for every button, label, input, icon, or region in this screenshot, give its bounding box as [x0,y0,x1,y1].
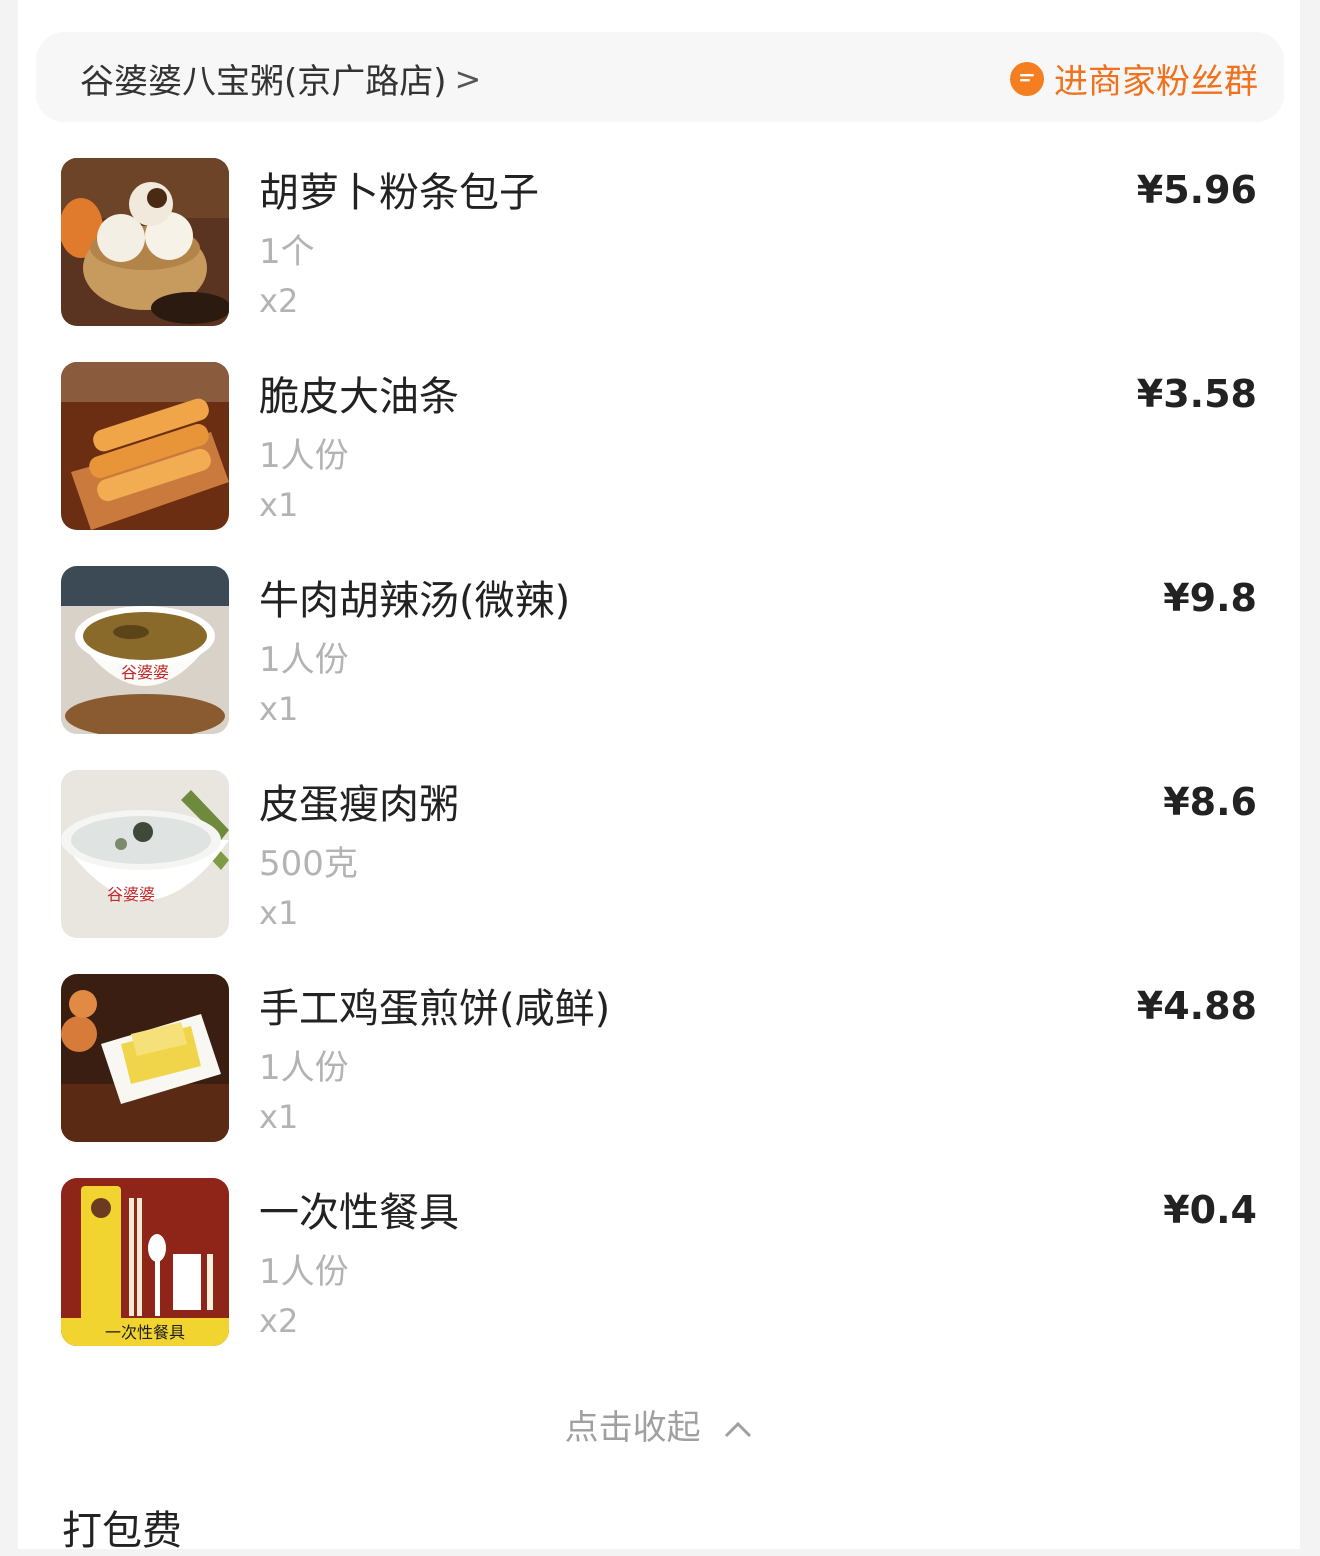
item-spec: 1人份 [259,1048,349,1088]
order-item[interactable]: 谷婆婆 牛肉胡辣汤(微辣) 1人份 x1 ¥9.8 [61,566,1261,734]
store-name-link[interactable]: 谷婆婆八宝粥(京广路店) > [80,54,481,103]
chat-bubble-icon [1010,61,1044,96]
order-item[interactable]: 谷婆婆 皮蛋瘦肉粥 500克 x1 ¥8.6 [61,770,1261,938]
item-name: 皮蛋瘦肉粥 [259,782,459,828]
item-quantity: x1 [259,1098,299,1136]
order-item[interactable]: 脆皮大油条 1人份 x1 ¥3.58 [61,362,1261,530]
item-quantity: x1 [259,486,299,524]
item-spec: 1人份 [259,1252,349,1292]
item-name: 牛肉胡辣汤(微辣) [259,578,571,624]
join-fans-group-label: 进商家粉丝群 [1054,62,1258,102]
item-price: ¥9.8 [1163,576,1257,620]
svg-text:谷婆婆: 谷婆婆 [121,663,169,682]
item-name: 手工鸡蛋煎饼(咸鲜) [259,986,611,1032]
chevron-up-icon [723,1408,753,1448]
item-spec: 1个 [259,232,315,272]
item-quantity: x1 [259,894,299,932]
packaging-fee-label: 打包费 [62,1508,182,1554]
cutlery-pack-photo: 一次性餐具 [61,1178,229,1346]
egg-pancake-photo [61,974,229,1142]
steamed-buns-photo [61,158,229,326]
order-item[interactable]: 一次性餐具 一次性餐具 1人份 x2 ¥0.4 [61,1178,1261,1346]
item-quantity: x2 [259,1302,299,1340]
congee-photo: 谷婆婆 [61,770,229,938]
order-item[interactable]: 胡萝卜粉条包子 1个 x2 ¥5.96 [61,158,1261,326]
svg-text:谷婆婆: 谷婆婆 [107,885,155,904]
fried-dough-sticks-photo [61,362,229,530]
item-quantity: x1 [259,690,299,728]
item-spec: 1人份 [259,436,349,476]
order-detail-card: 谷婆婆八宝粥(京广路店) > 进商家粉丝群 胡萝卜粉条包子 1个 x2 ¥5.9… [18,0,1300,1554]
collapse-label: 点击收起 [564,1408,701,1448]
chevron-right-icon: > [454,59,482,98]
item-price: ¥0.4 [1163,1188,1257,1232]
collapse-items-button[interactable]: 点击收起 [18,1400,1300,1449]
item-quantity: x2 [259,282,299,320]
store-header: 谷婆婆八宝粥(京广路店) > 进商家粉丝群 [36,32,1284,122]
item-spec: 500克 [259,844,358,884]
item-price: ¥5.96 [1136,168,1257,212]
item-price: ¥8.6 [1163,780,1257,824]
order-item[interactable]: 手工鸡蛋煎饼(咸鲜) 1人份 x1 ¥4.88 [61,974,1261,1142]
svg-text:一次性餐具: 一次性餐具 [105,1323,185,1342]
store-name: 谷婆婆八宝粥(京广路店) [80,62,447,102]
join-fans-group-button[interactable]: 进商家粉丝群 [1010,54,1258,103]
item-name: 脆皮大油条 [259,374,459,420]
item-spec: 1人份 [259,640,349,680]
item-price: ¥4.88 [1136,984,1257,1028]
spicy-soup-photo: 谷婆婆 [61,566,229,734]
item-name: 胡萝卜粉条包子 [259,170,539,216]
item-name: 一次性餐具 [259,1190,459,1236]
item-price: ¥3.58 [1136,372,1257,416]
